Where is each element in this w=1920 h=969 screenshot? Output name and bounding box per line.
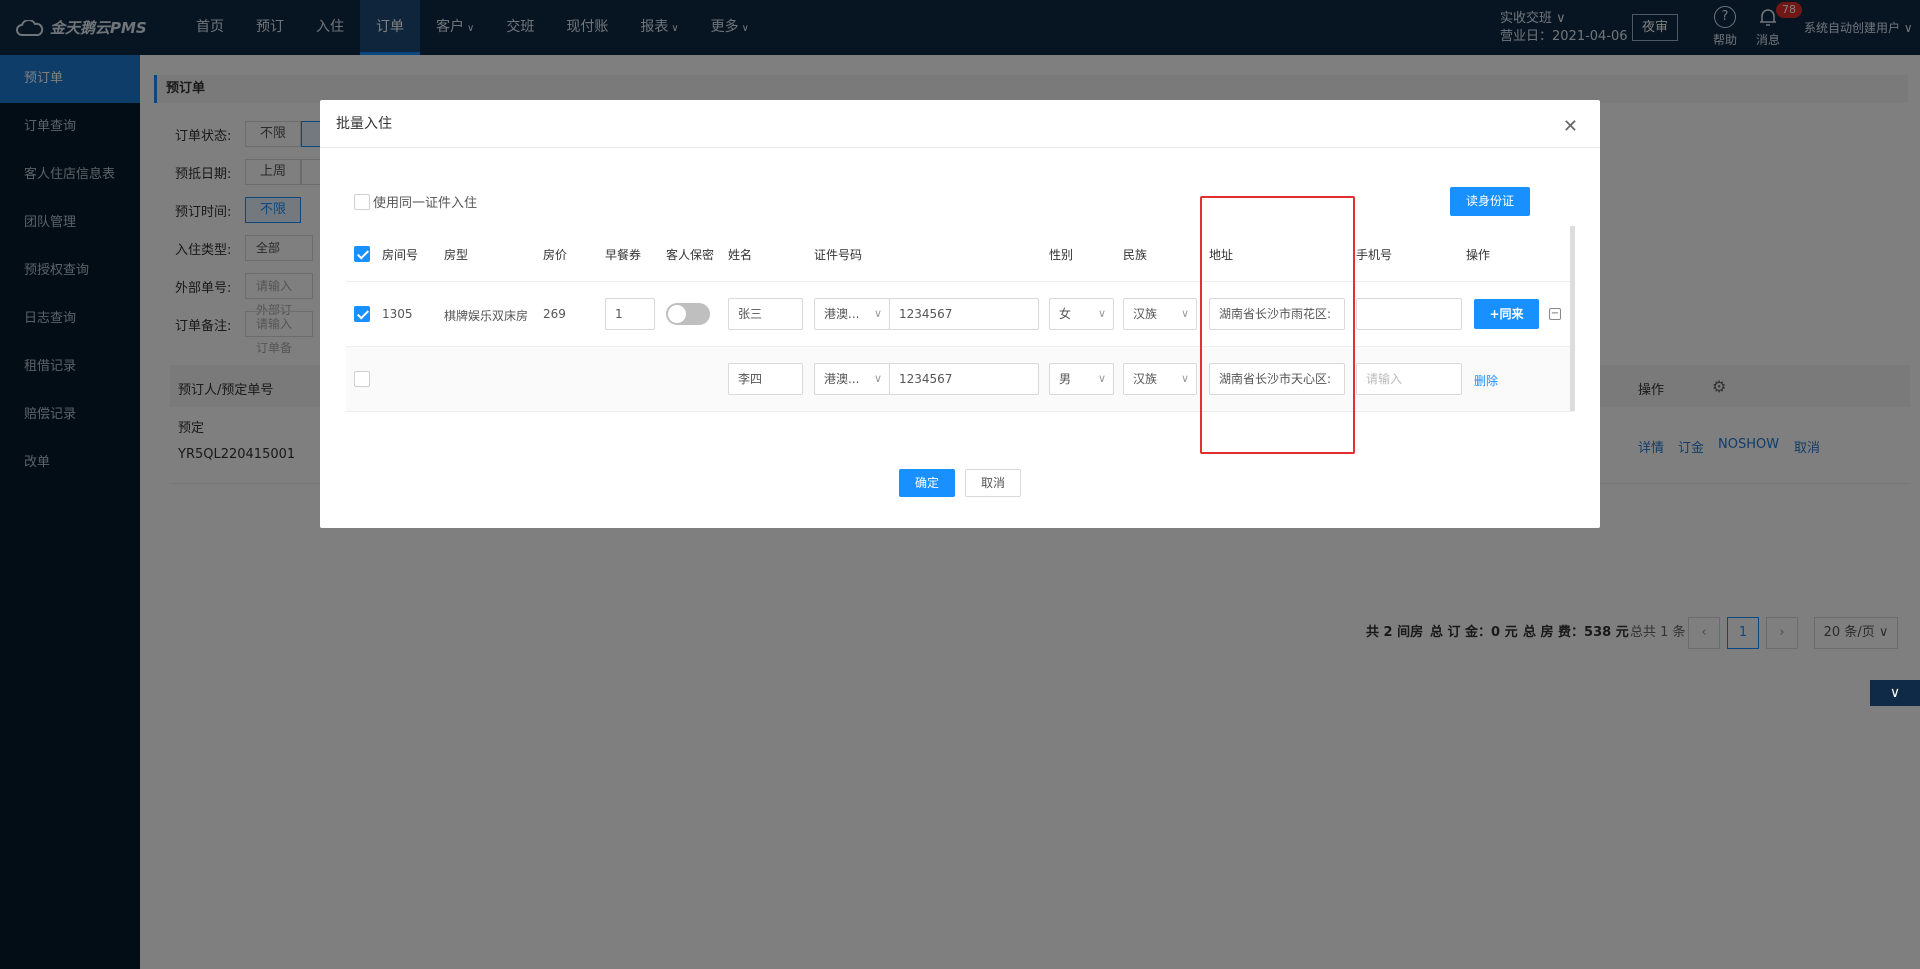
ethnicity-value: 汉族 [1133, 307, 1158, 321]
gender-select[interactable]: 男 ∨ [1049, 363, 1114, 395]
privacy-toggle[interactable] [666, 303, 710, 325]
same-id-checkbox[interactable] [354, 193, 370, 210]
guest-row: 李四 港澳... ∨ 1234567 男 ∨ 汉族 ∨ 湖南省长沙市天心区: 请输入 … [346, 347, 1574, 412]
table-scrollbar[interactable] [1570, 226, 1575, 411]
column-ops: 操作 [1466, 248, 1491, 262]
same-id-label: 使用同一证件入住 [373, 196, 478, 211]
id-type-select[interactable]: 港澳... ∨ [814, 298, 890, 330]
chevron-down-icon: ∨ [1889, 685, 1901, 701]
room-type: 棋牌娱乐双床房 [444, 309, 529, 323]
row-checkbox[interactable] [354, 306, 370, 322]
guest-table: 房间号 房型 房价 早餐券 客人保密 姓名 证件号码 性别 民族 地址 手机号 … [346, 226, 1574, 412]
confirm-button[interactable]: 确定 [899, 469, 955, 497]
ethnicity-value: 汉族 [1133, 372, 1158, 386]
room-no: 1305 [382, 307, 413, 321]
read-id-card-button[interactable]: 读身份证 [1450, 187, 1530, 216]
phone-input[interactable]: 请输入 [1356, 363, 1462, 395]
name-input[interactable]: 李四 [728, 363, 803, 395]
id-type-value: 港澳... [824, 307, 860, 321]
breakfast-input[interactable]: 1 [605, 298, 655, 330]
id-type-value: 港澳... [824, 372, 860, 386]
column-gender: 性别 [1049, 248, 1074, 262]
ethnicity-select[interactable]: 汉族 ∨ [1123, 363, 1197, 395]
collapse-icon[interactable]: − [1549, 308, 1561, 320]
column-breakfast: 早餐券 [605, 248, 642, 262]
add-companion-button[interactable]: +同来 [1474, 299, 1539, 329]
select-all-checkbox[interactable] [354, 246, 370, 262]
gender-value: 男 [1059, 372, 1072, 386]
column-privacy: 客人保密 [666, 248, 715, 262]
guest-table-header: 房间号 房型 房价 早餐券 客人保密 姓名 证件号码 性别 民族 地址 手机号 … [346, 226, 1574, 282]
chevron-down-icon: ∨ [873, 307, 882, 320]
collapse-panel-button[interactable]: ∨ [1870, 680, 1920, 706]
room-price: 269 [543, 307, 566, 321]
chevron-down-icon: ∨ [1097, 372, 1106, 385]
column-room-no: 房间号 [382, 248, 419, 262]
id-no-input[interactable]: 1234567 [889, 363, 1039, 395]
column-id-no: 证件号码 [814, 248, 863, 262]
address-highlight-box [1200, 196, 1355, 454]
chevron-down-icon: ∨ [1180, 307, 1189, 320]
cancel-button[interactable]: 取消 [965, 469, 1021, 497]
ethnicity-select[interactable]: 汉族 ∨ [1123, 298, 1197, 330]
chevron-down-icon: ∨ [1180, 372, 1189, 385]
id-no-input[interactable]: 1234567 [889, 298, 1039, 330]
column-room-type: 房型 [444, 248, 469, 262]
chevron-down-icon: ∨ [873, 372, 882, 385]
name-input[interactable]: 张三 [728, 298, 803, 330]
column-ethnicity: 民族 [1123, 248, 1148, 262]
row-checkbox[interactable] [354, 371, 370, 387]
gender-value: 女 [1059, 307, 1072, 321]
gender-select[interactable]: 女 ∨ [1049, 298, 1114, 330]
column-phone: 手机号 [1356, 248, 1393, 262]
guest-row: 1305 棋牌娱乐双床房 269 1 张三 港澳... ∨ 1234567 女 ∨ … [346, 282, 1574, 347]
column-price: 房价 [543, 248, 568, 262]
toggle-knob [668, 305, 686, 323]
dialog-title: 批量入住 [320, 100, 1600, 148]
close-icon[interactable]: ✕ [1563, 118, 1578, 136]
chevron-down-icon: ∨ [1097, 307, 1106, 320]
id-type-select[interactable]: 港澳... ∨ [814, 363, 890, 395]
column-name: 姓名 [728, 248, 753, 262]
phone-input[interactable] [1356, 298, 1462, 330]
delete-guest-link[interactable]: 删除 [1474, 372, 1498, 389]
batch-checkin-dialog: 批量入住 ✕ 使用同一证件入住 读身份证 房间号 房型 房价 早餐券 客人保密 … [320, 100, 1600, 528]
same-id-option[interactable]: 使用同一证件入住 [354, 192, 477, 211]
